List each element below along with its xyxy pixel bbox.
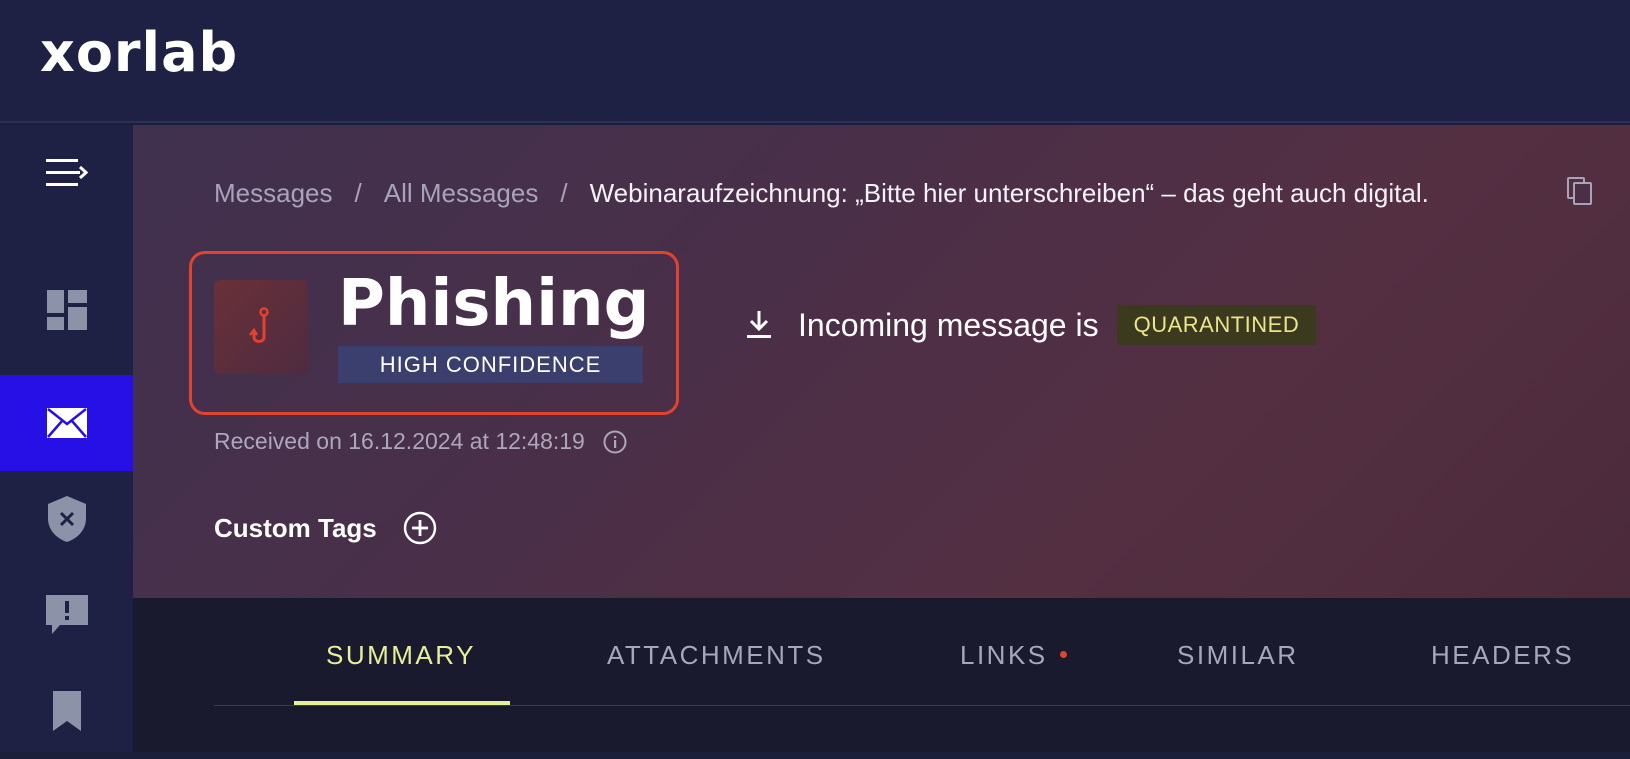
verdict-label: Phishing: [338, 267, 650, 341]
sidebar-item-dashboard[interactable]: [0, 262, 133, 358]
links-indicator-dot: [1059, 650, 1067, 658]
copy-subject-button[interactable]: [1567, 177, 1593, 210]
verdict-card: Phishing HIGH CONFIDENCE: [189, 251, 679, 415]
tab-links-label: LINKS: [960, 640, 1048, 670]
shield-x-icon: [47, 496, 86, 542]
breadcrumb-current-subject: Webinaraufzeichnung: „Bitte hier untersc…: [589, 178, 1429, 208]
download-icon: [747, 311, 771, 338]
breadcrumb-separator: /: [354, 178, 362, 208]
alert-message-icon: [45, 595, 88, 634]
received-timestamp: Received on 16.12.2024 at 12:48:19: [214, 428, 627, 455]
envelope-icon: [46, 408, 87, 438]
top-bar: xorlab: [0, 0, 1630, 123]
sidebar-item-reports[interactable]: [0, 567, 133, 663]
sidebar: [0, 125, 133, 752]
copy-icon: [1567, 177, 1592, 205]
custom-tags-title: Custom Tags: [214, 512, 377, 543]
sidebar-toggle-button[interactable]: [0, 125, 133, 221]
tab-attachments[interactable]: ATTACHMENTS: [607, 640, 826, 671]
verdict-icon-tile: [214, 280, 308, 374]
tab-headers[interactable]: HEADERS: [1431, 640, 1574, 671]
breadcrumb: Messages / All Messages / Webinaraufzeic…: [214, 178, 1429, 209]
xorlab-logo[interactable]: xorlab: [40, 26, 238, 80]
breadcrumb-all-messages[interactable]: All Messages: [384, 178, 539, 209]
breadcrumb-messages[interactable]: Messages: [214, 178, 333, 209]
dashboard-icon: [46, 290, 87, 330]
menu-collapse-icon: [45, 159, 88, 186]
sidebar-item-threats[interactable]: [0, 471, 133, 567]
message-header: Messages / All Messages / Webinaraufzeic…: [133, 125, 1630, 598]
sidebar-item-bookmarks[interactable]: [0, 663, 133, 759]
message-tabs: SUMMARY ATTACHMENTS LINKS SIMILAR HEADER…: [133, 598, 1630, 752]
breadcrumb-separator: /: [560, 178, 568, 208]
confidence-badge: HIGH CONFIDENCE: [338, 346, 643, 383]
sidebar-item-messages[interactable]: [0, 375, 133, 471]
message-status: Incoming message is QUARANTINED: [746, 305, 1317, 345]
received-text: Received on 16.12.2024 at 12:48:19: [214, 428, 585, 454]
status-text: Incoming message is: [798, 306, 1099, 343]
fishhook-icon: [249, 307, 269, 343]
quarantined-badge: QUARANTINED: [1116, 305, 1317, 345]
tab-divider: [214, 705, 1630, 706]
custom-tags-section: Custom Tags: [214, 511, 437, 545]
bookmark-icon: [52, 691, 81, 731]
tab-summary[interactable]: SUMMARY: [326, 640, 476, 671]
tab-similar[interactable]: SIMILAR: [1177, 640, 1299, 671]
tab-links[interactable]: LINKS: [960, 640, 1067, 671]
info-icon[interactable]: [603, 430, 627, 454]
add-tag-button[interactable]: [403, 511, 437, 545]
